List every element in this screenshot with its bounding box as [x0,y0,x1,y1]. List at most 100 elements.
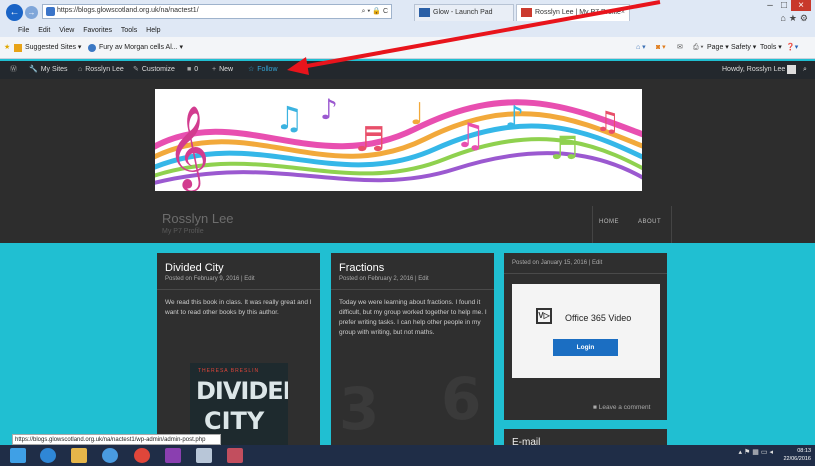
tab-rosslyn-lee[interactable]: Rosslyn Lee | My P7 Profile × [516,4,630,21]
post-meta: Posted on February 2, 2016 | Edit [339,276,429,282]
back-button[interactable]: ← [6,4,23,21]
book-author: THERESA BRESLIN [198,368,260,374]
post-meta: Posted on February 9, 2016 | Edit [165,276,255,282]
home-icon: ⌂ [78,66,83,73]
account-menu[interactable]: Howdy, Rosslyn Lee [722,61,797,79]
favorites-bar: ★ Suggested Sites ▾ Fury av Morgan cells… [0,37,815,59]
site-description: My P7 Profile [162,228,204,235]
browser-toolbar-icons: ⌂★⚙ [780,13,811,24]
menu-edit[interactable]: Edit [38,27,50,34]
address-actions-icon[interactable]: ⌕ ▾ 🔒 C [362,7,388,16]
gear-icon[interactable]: ⚙ [800,13,811,23]
suggested-sites-icon [14,44,22,52]
svg-text:♬: ♬ [355,120,385,160]
page-menu[interactable]: Page ▾ [707,37,729,59]
address-url: https://blogs.glowscotland.org.uk/na/nac… [57,7,199,14]
nav-about[interactable]: ABOUT [638,219,661,225]
comments-count: 0 [194,66,199,73]
my-sites-label: My Sites [40,66,68,73]
tab-glow-launch-pad[interactable]: Glow - Launch Pad [414,4,514,21]
leave-comment-link[interactable]: ■ Leave a comment [593,404,650,411]
comment-icon: ■ [187,66,192,73]
tools-menu[interactable]: Tools ▾ [760,37,782,59]
menu-view[interactable]: View [59,27,74,34]
start-windows-icon[interactable] [10,448,26,463]
brush-icon: ✎ [133,66,139,73]
search-icon[interactable]: ⌕ [803,61,807,79]
nav-home[interactable]: HOME [599,219,619,225]
suggested-sites-link[interactable]: Suggested Sites ▾ [25,37,81,59]
office-365-video-embed: V▷ Office 365 Video Login [512,284,660,378]
nav-divider [592,206,593,243]
comments-link[interactable]: ■ 0 [187,61,198,79]
wordpress-logo-icon[interactable]: Ⓦ [10,61,20,79]
mail-icon[interactable]: ✉ [677,37,683,59]
customize-link[interactable]: ✎ Customize [133,61,175,79]
glow-tab-icon [419,8,430,17]
menu-file[interactable]: File [18,27,29,34]
paint-icon[interactable] [227,448,243,463]
minimize-icon[interactable]: – [763,0,777,11]
post-meta: Posted on January 15, 2016 | Edit [512,260,603,266]
taskbar-clock[interactable]: 08:13 22/06/2016 [783,447,811,463]
fraction-image-number: 6 [441,365,482,433]
site-name-menu[interactable]: ⌂ Rosslyn Lee [78,61,124,79]
maximize-icon[interactable]: □ [777,0,791,11]
card-divider [504,273,667,274]
system-tray: ▴⚑▦▭◂ [738,448,775,456]
clock-time: 08:13 [797,448,811,454]
card-divider [331,289,494,290]
favorites-star-icon[interactable]: ★ [4,37,10,59]
svg-text:♪: ♪ [505,100,524,135]
document-icon[interactable] [196,448,212,463]
site-icon [46,7,55,16]
address-bar[interactable]: https://blogs.glowscotland.org.uk/na/nac… [42,4,392,19]
menu-favorites[interactable]: Favorites [83,27,112,34]
tab-label: Rosslyn Lee | My P7 Profile [535,9,621,16]
home-tools-icon[interactable]: ⌂ ▾ [636,37,646,59]
safety-menu[interactable]: Safety ▾ [731,37,756,59]
post-title[interactable]: Divided City [165,262,224,274]
rss-icon[interactable]: ◙ ▾ [656,37,666,59]
volume-icon[interactable]: ◂ [769,449,775,456]
wrench-icon: 🔧 [29,66,38,73]
home-icon[interactable]: ⌂ [780,13,788,23]
forward-button[interactable]: → [25,6,38,19]
close-window-icon[interactable]: × [791,0,811,11]
site-title[interactable]: Rosslyn Lee [162,211,234,226]
internet-explorer-icon[interactable] [40,448,56,463]
help-icon[interactable]: ❓▾ [786,37,798,59]
new-content-menu[interactable]: + New [212,61,233,79]
svg-text:♫: ♫ [595,105,620,138]
onenote-icon[interactable] [165,448,181,463]
svg-text:♬: ♬ [550,129,579,167]
status-bar-url: https://blogs.glowscotland.org.uk/na/nac… [12,434,221,445]
network-icon[interactable]: ▦ [752,449,761,456]
file-explorer-icon[interactable] [71,448,87,463]
card-divider [157,289,320,290]
post-excerpt: Today we were learning about fractions. … [339,299,487,336]
chrome-icon[interactable] [134,448,150,463]
flag-icon[interactable]: ⚑ [744,449,752,456]
post-excerpt: We read this book in class. It was reall… [165,299,312,316]
post-card-fractions: Fractions Posted on February 2, 2016 | E… [331,253,494,466]
svg-text:𝄞: 𝄞 [167,104,210,191]
favorites-star-icon[interactable]: ★ [789,13,800,23]
favorite-link[interactable]: Fury av Morgan cells Al... ▾ [99,37,183,59]
site-tab-icon [521,8,532,17]
login-button[interactable]: Login [553,339,618,356]
my-sites-menu[interactable]: 🔧 My Sites [29,61,68,79]
close-tab-icon[interactable]: × [621,5,625,20]
windows-taskbar [0,445,815,466]
howdy-label: Howdy, Rosslyn Lee [722,66,786,73]
globe-icon[interactable] [102,448,118,463]
follow-button[interactable]: ☆ Follow [248,61,278,79]
menu-help[interactable]: Help [146,27,160,34]
ie-icon [88,44,96,52]
video-title: Office 365 Video [565,313,632,323]
print-icon[interactable]: ⎙ ▾ [693,37,704,59]
site-name-label: Rosslyn Lee [85,66,124,73]
post-title[interactable]: Fractions [339,262,384,274]
menu-tools[interactable]: Tools [121,27,137,34]
customize-label: Customize [141,66,175,73]
